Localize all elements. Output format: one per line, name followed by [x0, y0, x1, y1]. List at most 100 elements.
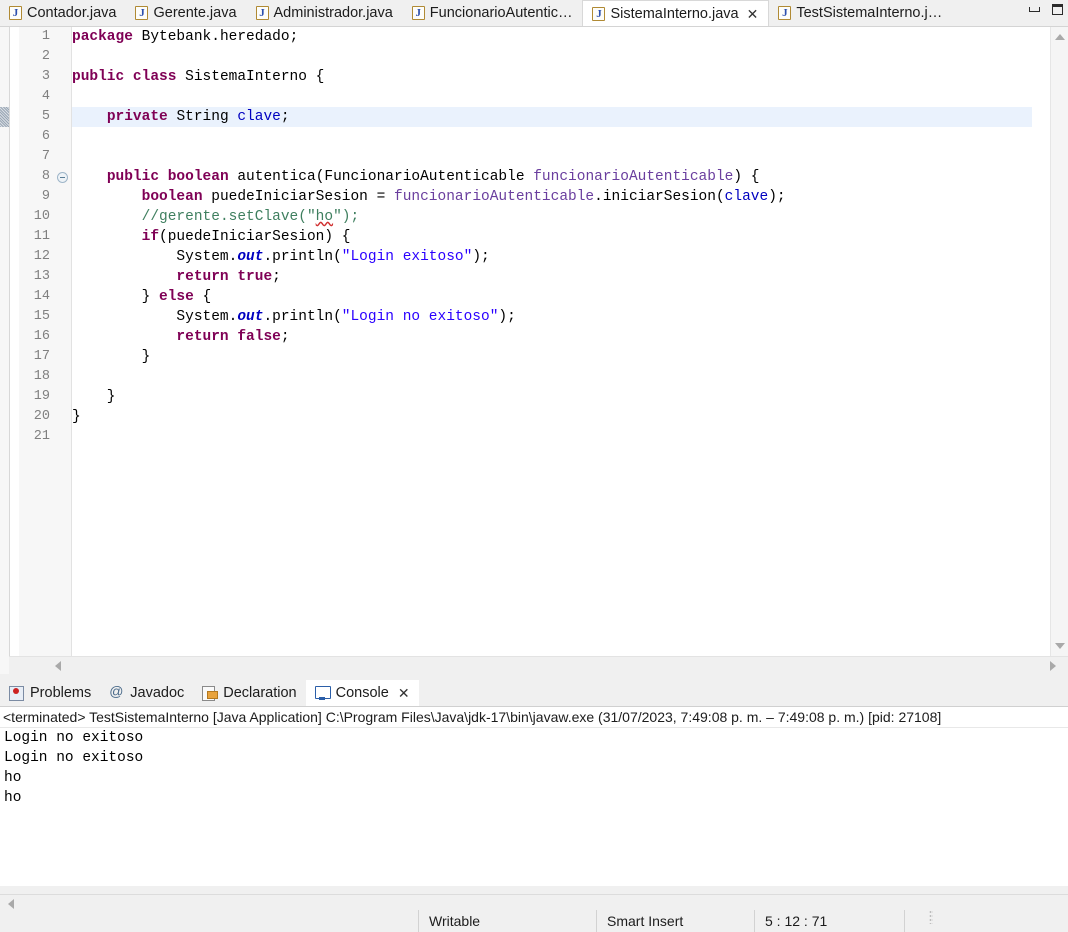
- console-output-line: Login no exitoso: [4, 730, 144, 746]
- change-bar-column: [0, 27, 9, 674]
- minimize-icon[interactable]: [1028, 3, 1041, 16]
- editor-tab-bar: Contador.java Gerente.java Administrador…: [0, 0, 1068, 26]
- close-icon[interactable]: ✕: [747, 7, 759, 21]
- code-line: boolean puedeIniciarSesion = funcionario…: [141, 189, 786, 205]
- status-writable: Writable: [418, 910, 596, 932]
- line-number: 21: [33, 429, 50, 444]
- view-tab-label: Javadoc: [130, 685, 185, 701]
- scroll-right-icon[interactable]: [1050, 661, 1056, 671]
- editor-tab-gerente[interactable]: Gerente.java: [126, 0, 247, 26]
- status-resize-grip[interactable]: [904, 910, 964, 932]
- view-tab-problems[interactable]: Problems: [0, 680, 100, 706]
- console-output-line: Login no exitoso: [4, 750, 144, 766]
- line-number: 19: [33, 389, 50, 404]
- console-icon: [314, 686, 331, 700]
- line-number: 7: [41, 149, 50, 164]
- editor-tab-administrador[interactable]: Administrador.java: [246, 0, 403, 26]
- line-number: 9: [41, 189, 50, 204]
- code-line: return false;: [176, 329, 290, 345]
- grip-icon: [929, 910, 933, 924]
- code-line: }: [72, 389, 116, 405]
- view-tab-javadoc[interactable]: Javadoc: [100, 680, 193, 706]
- line-number: 1: [41, 29, 50, 44]
- declaration-icon: [202, 686, 219, 701]
- line-number: 10: [33, 209, 50, 224]
- line-number: 16: [33, 329, 50, 344]
- fold-collapse-icon[interactable]: [57, 172, 68, 183]
- view-tab-declaration[interactable]: Declaration: [193, 680, 305, 706]
- editor-tab-sistemainterno[interactable]: SistemaInterno.java ✕: [582, 0, 770, 26]
- status-bar-spacer: [0, 910, 418, 932]
- bottom-panel: Problems Javadoc Declaration Console ✕ <…: [0, 680, 1068, 912]
- editor-horizontal-scrollbar[interactable]: [9, 656, 1068, 674]
- code-line: public boolean autentica(FuncionarioAute…: [106, 169, 760, 185]
- code-line: }: [72, 349, 151, 365]
- scroll-down-icon[interactable]: [1055, 643, 1065, 649]
- maximize-icon[interactable]: [1051, 3, 1064, 16]
- javadoc-icon: [109, 683, 124, 700]
- code-line: }: [72, 409, 81, 425]
- editor-tab-funcionarioautenticable[interactable]: FuncionarioAutentic…: [402, 0, 583, 26]
- line-number: 20: [33, 409, 50, 424]
- line-number: 3: [41, 69, 50, 84]
- code-line: //gerente.setClave("ho");: [141, 209, 360, 225]
- code-line: } else {: [72, 289, 212, 305]
- console-output-lines: Login no exitoso Login no exitoso ho ho: [0, 728, 1068, 808]
- code-line: if(puedeIniciarSesion) {: [141, 229, 351, 245]
- editor-tab-label: SistemaInterno.java: [610, 5, 739, 22]
- scroll-left-icon[interactable]: [8, 899, 14, 909]
- status-insert-mode: Smart Insert: [596, 910, 754, 932]
- line-number-gutter: 1 2 3 4 5 6 7 8 9 10 11 12 13 14 15 16 17 18 19 20 21: [19, 27, 54, 674]
- editor-vertical-scrollbar[interactable]: [1050, 27, 1068, 656]
- window-controls: [1028, 3, 1064, 16]
- line-number: 5: [41, 109, 50, 124]
- line-number: 17: [33, 349, 50, 364]
- scroll-left-icon[interactable]: [55, 661, 61, 671]
- problems-icon: [9, 686, 24, 701]
- close-icon[interactable]: ✕: [398, 686, 410, 700]
- editor-tab-label: Administrador.java: [273, 5, 393, 21]
- console-output-line: ho: [4, 770, 22, 786]
- scroll-up-icon[interactable]: [1055, 34, 1065, 40]
- line-number: 4: [41, 89, 50, 104]
- line-number: 13: [33, 269, 50, 284]
- code-text-area[interactable]: package Bytebank.heredado; public class …: [72, 27, 1050, 656]
- line-number: 6: [41, 129, 50, 144]
- console-output-line: ho: [4, 790, 22, 806]
- line-number: 18: [33, 369, 50, 384]
- editor-inner: 1 2 3 4 5 6 7 8 9 10 11 12 13 14 15 16 17 18 19 20 21 packag…: [9, 27, 1068, 674]
- editor-tab-contador[interactable]: Contador.java: [0, 0, 127, 26]
- console-process-header: <terminated> TestSistemaInterno [Java Ap…: [0, 707, 1068, 728]
- view-tab-console[interactable]: Console ✕: [305, 680, 419, 706]
- line-number: 14: [33, 289, 50, 304]
- editor-tab-label: Contador.java: [27, 5, 117, 21]
- view-tab-label: Problems: [30, 685, 92, 701]
- line-number: 8: [41, 169, 50, 184]
- java-file-icon: [255, 6, 269, 20]
- java-file-icon: [135, 6, 149, 20]
- code-line: System.out.println("Login no exitoso");: [176, 309, 516, 325]
- line-number: 12: [33, 249, 50, 264]
- code-line: return true;: [176, 269, 281, 285]
- line-number: 15: [33, 309, 50, 324]
- eclipse-ide-window: Contador.java Gerente.java Administrador…: [0, 0, 1068, 932]
- view-tab-label: Console: [335, 685, 389, 701]
- changed-line-marker: [0, 107, 9, 127]
- status-cursor-position: 5 : 12 : 71: [754, 910, 904, 932]
- console-output-area[interactable]: <terminated> TestSistemaInterno [Java Ap…: [0, 706, 1068, 886]
- java-file-icon: [9, 6, 22, 20]
- folding-column[interactable]: [54, 27, 72, 674]
- editor-tab-testsistemainterno[interactable]: TestSistemaInterno.j…: [769, 0, 953, 26]
- java-file-icon: [411, 6, 425, 20]
- code-line: System.out.println("Login exitoso");: [176, 249, 490, 265]
- code-line: private String clave;: [106, 109, 290, 125]
- editor-tab-label: TestSistemaInterno.j…: [796, 5, 943, 21]
- editor-tab-label: FuncionarioAutentic…: [429, 5, 573, 21]
- code-editor[interactable]: 1 2 3 4 5 6 7 8 9 10 11 12 13 14 15 16 17 18 19 20 21 packag…: [0, 26, 1068, 674]
- code-line: package Bytebank.heredado;: [72, 29, 299, 45]
